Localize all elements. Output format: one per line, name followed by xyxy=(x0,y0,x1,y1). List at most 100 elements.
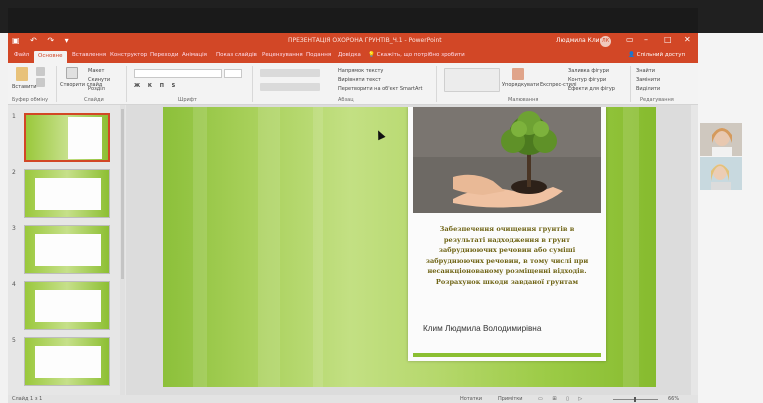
participant-video-1[interactable] xyxy=(700,123,742,156)
background-streak xyxy=(193,107,207,387)
shape-outline-button[interactable]: Контур фігури xyxy=(568,77,606,83)
font-format-buttons[interactable]: Ж К П S xyxy=(134,83,178,89)
slide-title[interactable]: Забезпечення очищення грунтів в результа… xyxy=(418,224,596,287)
align-buttons[interactable] xyxy=(260,83,320,91)
thumb-number: 2 xyxy=(12,169,16,176)
shape-fill-button[interactable]: Заливка фігури xyxy=(568,68,609,74)
slide-thumbnail-4[interactable] xyxy=(24,281,110,330)
thumb-number: 5 xyxy=(12,337,16,344)
participant-1-image xyxy=(700,123,742,156)
share-button[interactable]: 👤 Спільний доступ xyxy=(628,52,685,58)
shapes-gallery[interactable] xyxy=(444,68,500,92)
paste-icon[interactable] xyxy=(16,67,28,81)
comments-button[interactable]: Примітки xyxy=(498,396,523,402)
tell-me-search[interactable]: 💡 Скажіть, що потрібно зробити xyxy=(368,52,465,58)
tab-home[interactable]: Основне xyxy=(34,51,67,63)
font-size-select[interactable] xyxy=(224,69,242,78)
notes-button[interactable]: Нотатки xyxy=(460,396,482,402)
slide-thumbnails-pane: 1 2 3 4 5 xyxy=(8,105,123,395)
paste-button[interactable]: Вставити xyxy=(12,84,37,90)
maximize-icon[interactable]: □ xyxy=(664,35,672,44)
divider xyxy=(630,66,631,102)
tab-view[interactable]: Подання xyxy=(306,52,331,58)
slide-thumbnail-3[interactable] xyxy=(24,225,110,274)
ribbon-display-icon[interactable]: ▭ xyxy=(626,35,634,44)
slide-counter: Слайд 1 з 1 xyxy=(12,396,43,402)
slide-thumbnail-1[interactable] xyxy=(24,113,110,162)
align-text-button[interactable]: Вирівняти текст xyxy=(338,77,381,83)
view-buttons[interactable]: ▭ ⊞ ▯ ▷ xyxy=(538,396,586,402)
arrange-icon[interactable] xyxy=(512,68,524,80)
user-name[interactable]: Людмила Клим xyxy=(556,37,604,44)
thumb-number: 1 xyxy=(12,113,16,120)
font-name-select[interactable] xyxy=(134,69,222,78)
arrange-button[interactable]: Упорядкувати xyxy=(502,82,539,88)
background-streak xyxy=(313,107,323,387)
title-bar: ▣ ↶ ↷ ▾ ПРЕЗЕНТАЦІЯ ОХОРОНА ГРУНТІВ_Ч.1 … xyxy=(8,33,698,50)
avatar[interactable]: ЛК xyxy=(600,36,611,47)
slide-author[interactable]: Клим Людмила Володимирівна xyxy=(423,324,541,333)
tab-help[interactable]: Довідка xyxy=(338,52,361,58)
replace-button[interactable]: Замінити xyxy=(636,77,660,83)
copy-icon[interactable] xyxy=(36,78,45,87)
ribbon-tabs: Файл Основне Вставлення Конструктор Пере… xyxy=(8,50,698,63)
tree-in-hand-image xyxy=(413,107,601,213)
slide-thumbnail-2[interactable] xyxy=(24,169,110,218)
tab-insert[interactable]: Вставлення xyxy=(72,52,106,58)
section-button[interactable]: Розділ xyxy=(88,86,105,92)
tab-slideshow[interactable]: Показ слайдів xyxy=(216,52,257,58)
text-direction-button[interactable]: Напрямок тексту xyxy=(338,68,383,74)
smartart-button[interactable]: Перетворити на об'єкт SmartArt xyxy=(338,86,422,92)
slide-thumbnail-5[interactable] xyxy=(24,337,110,386)
lightbulb-icon: 💡 xyxy=(368,52,375,58)
scrollbar-thumb[interactable] xyxy=(121,109,124,279)
tab-file[interactable]: Файл xyxy=(14,52,29,58)
thumb-content xyxy=(68,117,102,159)
quick-access-toolbar[interactable]: ▣ ↶ ↷ ▾ xyxy=(12,36,73,45)
participant-video-2[interactable] xyxy=(700,157,742,190)
divider xyxy=(436,66,437,102)
group-drawing: Малювання xyxy=(508,97,539,103)
current-slide[interactable]: Забезпечення очищення грунтів в результа… xyxy=(163,107,656,387)
green-accent-bar xyxy=(413,353,601,357)
thumbnails-scrollbar[interactable] xyxy=(120,105,125,395)
minimize-icon[interactable]: – xyxy=(644,35,648,44)
select-button[interactable]: Виділити xyxy=(636,86,660,92)
background-streak xyxy=(258,107,280,387)
tab-review[interactable]: Рецензування xyxy=(262,52,303,58)
new-slide-icon[interactable] xyxy=(66,67,78,79)
shape-effects-button[interactable]: Ефекти для фігур xyxy=(568,86,615,92)
find-button[interactable]: Знайти xyxy=(636,68,655,74)
participant-2-image xyxy=(700,157,742,190)
zoom-slider-knob[interactable] xyxy=(634,397,636,402)
list-buttons[interactable] xyxy=(260,69,320,77)
participants-panel xyxy=(698,33,763,403)
video-top-strip xyxy=(8,8,698,33)
group-paragraph: Абзац xyxy=(338,97,354,103)
title-card: Забезпечення очищення грунтів в результа… xyxy=(408,107,606,361)
status-bar: Слайд 1 з 1 Нотатки Примітки ▭ ⊞ ▯ ▷ 66% xyxy=(8,395,698,403)
share-label: Спільний доступ xyxy=(636,52,686,58)
group-slides: Слайди xyxy=(84,97,104,103)
tab-transitions[interactable]: Переходи xyxy=(150,52,178,58)
zoom-level[interactable]: 66% xyxy=(668,396,679,402)
thumb-content xyxy=(35,234,101,266)
thumb-number: 4 xyxy=(12,281,16,288)
tab-design[interactable]: Конструктор xyxy=(110,52,147,58)
divider xyxy=(252,66,253,102)
divider xyxy=(56,66,57,102)
powerpoint-window: ▣ ↶ ↷ ▾ ПРЕЗЕНТАЦІЯ ОХОРОНА ГРУНТІВ_Ч.1 … xyxy=(8,33,698,403)
tell-me-label: Скажіть, що потрібно зробити xyxy=(376,52,465,58)
reset-button[interactable]: Скинути xyxy=(88,77,110,83)
close-icon[interactable]: ✕ xyxy=(684,35,691,44)
group-clipboard: Буфер обміну xyxy=(12,97,49,103)
thumb-number: 3 xyxy=(12,225,16,232)
window-title: ПРЕЗЕНТАЦІЯ ОХОРОНА ГРУНТІВ_Ч.1 - PowerP… xyxy=(288,37,442,44)
tab-animations[interactable]: Анімація xyxy=(182,52,207,58)
thumb-content xyxy=(35,178,101,210)
background-streak xyxy=(623,107,639,387)
layout-button[interactable]: Макет xyxy=(88,68,104,74)
ribbon: Вставити Буфер обміну Створити слайд Мак… xyxy=(8,63,698,105)
cut-icon[interactable] xyxy=(36,67,45,76)
group-font: Шрифт xyxy=(178,97,197,103)
